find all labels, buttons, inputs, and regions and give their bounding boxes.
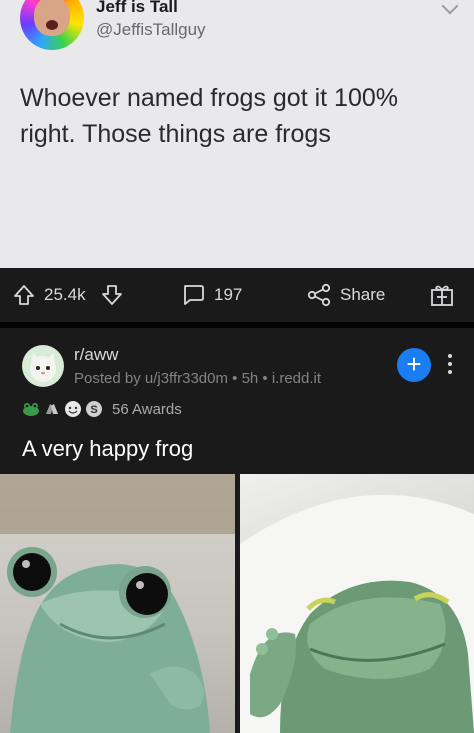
cat-icon (30, 353, 56, 382)
award-button[interactable] (428, 268, 456, 322)
tweet-avatar (20, 0, 84, 50)
subreddit-avatar[interactable] (22, 345, 64, 387)
hands-award-icon (46, 404, 58, 414)
tweet-handle: @JeffisTallguy (96, 20, 206, 39)
vote-group: 25.4k (12, 268, 124, 322)
frog-image-right[interactable] (240, 474, 474, 733)
tweet-display-name: Jeff is Tall (96, 0, 178, 16)
upvote-icon[interactable] (12, 283, 36, 307)
silver-award-icon: S (86, 401, 102, 417)
join-button[interactable]: + (397, 348, 431, 382)
post-action-bar: 25.4k 197 Share (0, 268, 474, 322)
svg-text:S: S (90, 404, 97, 416)
gift-icon (431, 285, 453, 306)
plus-icon: + (406, 349, 422, 379)
post-title[interactable]: A very happy frog (22, 436, 193, 462)
chevron-down-icon (441, 0, 459, 15)
comment-icon (184, 285, 204, 305)
awards-row[interactable]: S 56 Awards (22, 400, 182, 418)
post-meta: Posted by u/j3ffr33d0m • 5h • i.redd.it (74, 370, 322, 387)
comments-button[interactable]: 197 (180, 268, 242, 322)
vote-count: 25.4k (44, 285, 86, 304)
reddit-post: r/aww Posted by u/j3ffr33d0m • 5h • i.re… (0, 328, 474, 733)
wholesome-award-icon (65, 401, 81, 417)
downvote-icon[interactable] (100, 283, 124, 307)
share-icon (307, 283, 331, 307)
share-label: Share (340, 285, 386, 304)
tweet-text: Whoever named frogs got it 100% right. T… (20, 84, 398, 148)
awards-count: 56 Awards (112, 400, 182, 418)
comment-count: 197 (214, 285, 243, 304)
subreddit-name[interactable]: r/aww (74, 345, 118, 365)
frog-image-left[interactable] (0, 474, 235, 733)
share-button[interactable]: Share (306, 268, 385, 322)
more-options-icon[interactable] (448, 354, 454, 378)
frog-award-icon (23, 403, 39, 416)
tweet-screenshot: Jeff is Tall @JeffisTallguy Whoever name… (0, 0, 474, 268)
